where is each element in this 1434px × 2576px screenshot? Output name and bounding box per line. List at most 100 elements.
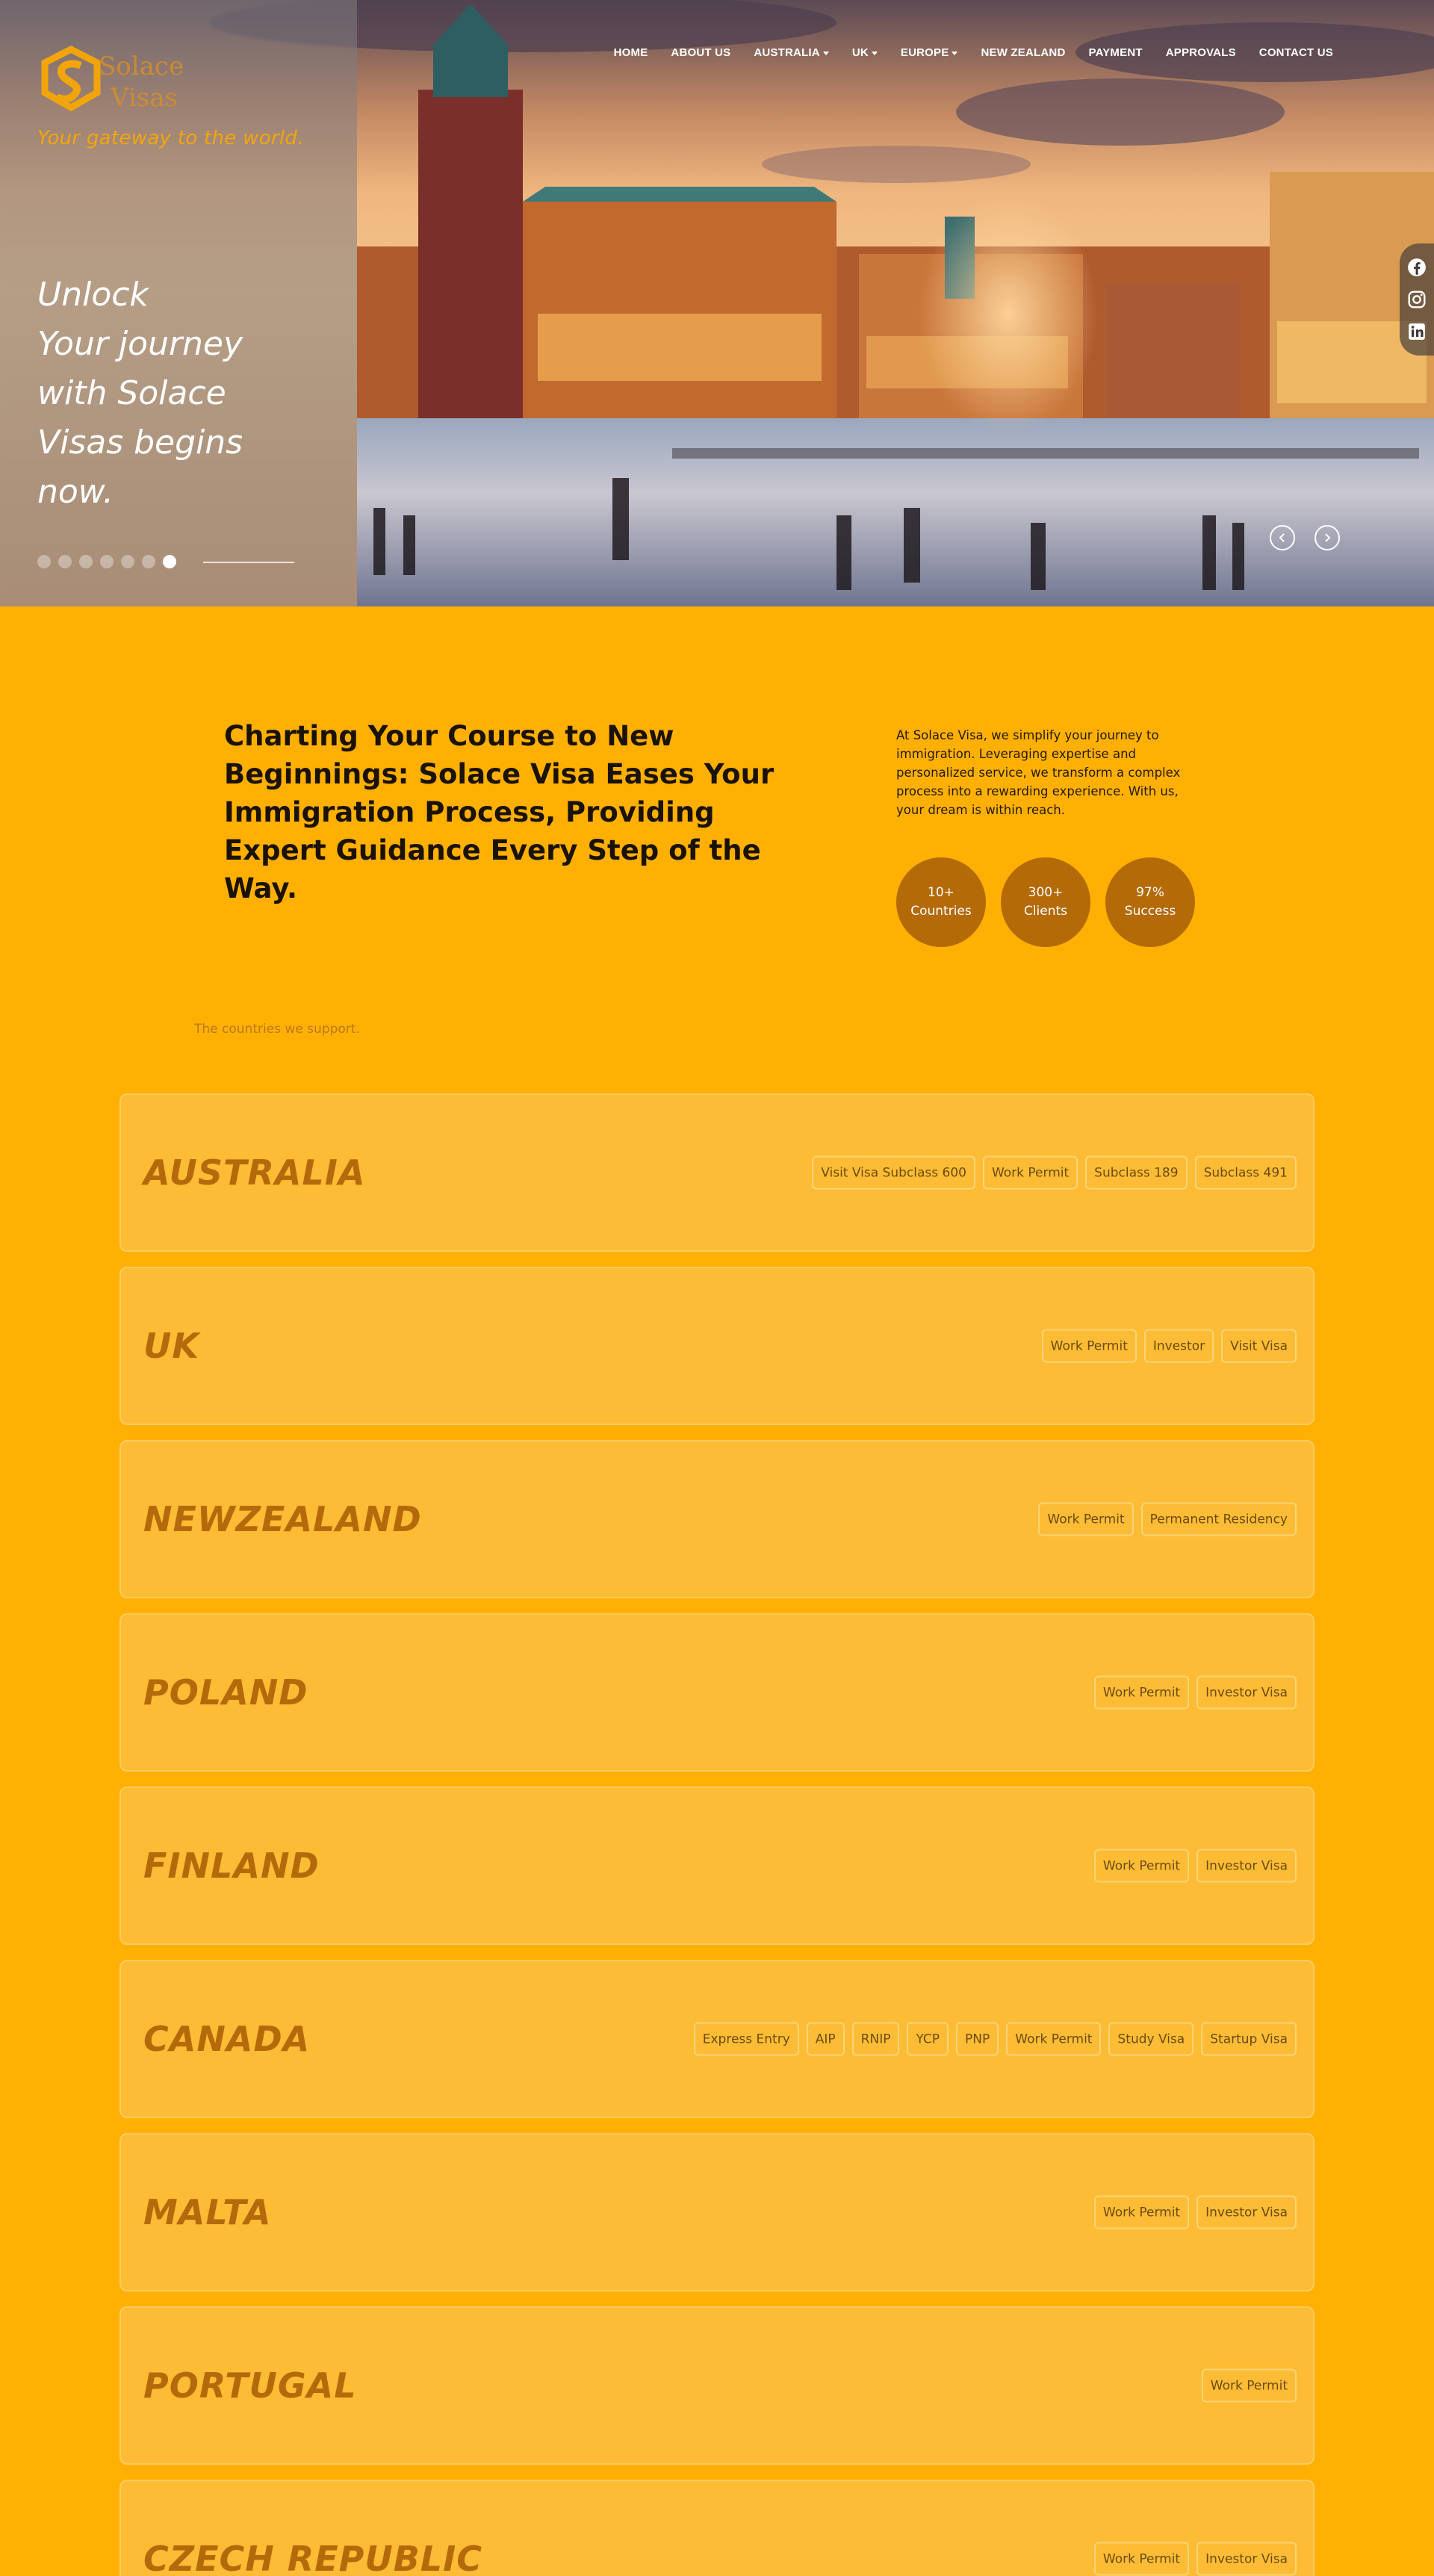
caret-down-icon <box>871 51 878 55</box>
slider-next-button[interactable] <box>1314 525 1340 550</box>
caret-down-icon <box>952 51 958 55</box>
nav-europe[interactable]: EUROPE <box>901 46 958 59</box>
nav-label: HOME <box>613 46 648 59</box>
visa-tags: Express Entry AIP RNIP YCP PNP Work Perm… <box>693 2022 1297 2056</box>
hero-heading-line: Unlock <box>37 276 149 314</box>
country-card-finland[interactable]: FINLAND Work Permit Investor Visa <box>120 1787 1314 1945</box>
visa-tag[interactable]: AIP <box>806 2022 845 2056</box>
slider-dot[interactable] <box>121 555 134 568</box>
visa-tag[interactable]: Work Permit <box>1041 1329 1137 1363</box>
hero-slider: Solace Visas Your gateway to the world. … <box>0 0 1434 606</box>
countries-section-label: The countries we support. <box>194 1022 360 1037</box>
visa-tag[interactable]: Visit Visa <box>1221 1329 1297 1363</box>
visa-tag[interactable]: Visit Visa Subclass 600 <box>812 1155 975 1190</box>
country-card-newzealand[interactable]: NEWZEALAND Work Permit Permanent Residen… <box>120 1440 1314 1598</box>
visa-tag[interactable]: Work Permit <box>1093 2195 1190 2229</box>
stat-circle-success: 97% Success <box>1105 857 1195 947</box>
linkedin-icon[interactable] <box>1407 322 1427 341</box>
nav-label: PAYMENT <box>1088 46 1143 59</box>
nav-label: UK <box>851 46 869 59</box>
slider-dot-active[interactable] <box>163 555 176 568</box>
visa-tag[interactable]: Startup Visa <box>1201 2022 1297 2056</box>
nav-approvals[interactable]: APPROVALS <box>1166 46 1236 59</box>
hero-heading-line: with Solace <box>37 374 226 412</box>
nav-uk[interactable]: UK <box>852 46 878 59</box>
visa-tag[interactable]: Work Permit <box>1006 2022 1102 2056</box>
visa-tag[interactable]: Work Permit <box>1093 2542 1190 2576</box>
nav-australia[interactable]: AUSTRALIA <box>754 46 829 59</box>
visa-tag[interactable]: Investor <box>1143 1329 1214 1363</box>
country-name: MALTA <box>143 2192 272 2232</box>
visa-tag[interactable]: Work Permit <box>1201 2368 1297 2403</box>
visa-tags: Work Permit Investor Visa <box>1093 1849 1297 1883</box>
facebook-icon[interactable] <box>1407 258 1427 277</box>
stat-value: 300+ <box>1028 885 1064 900</box>
visa-tag[interactable]: Work Permit <box>1093 1849 1190 1883</box>
visa-tag[interactable]: Work Permit <box>1038 1502 1134 1536</box>
nav-label: AUSTRALIA <box>754 46 820 59</box>
chevron-right-icon <box>1325 533 1331 542</box>
visa-tags: Work Permit Investor Visa <box>1093 2542 1297 2576</box>
visa-tag[interactable]: Investor Visa <box>1196 2542 1297 2576</box>
visa-tag[interactable]: Study Visa <box>1108 2022 1194 2056</box>
slider-dot[interactable] <box>79 555 93 568</box>
country-card-czech-republic[interactable]: CZECH REPUBLIC Work Permit Investor Visa <box>120 2480 1314 2576</box>
nav-label: NEW ZEALAND <box>981 46 1066 59</box>
visa-tags: Visit Visa Subclass 600 Work Permit Subc… <box>812 1155 1297 1190</box>
nav-payment[interactable]: PAYMENT <box>1088 46 1142 59</box>
visa-tag[interactable]: Work Permit <box>1093 1675 1190 1710</box>
visa-tag[interactable]: Investor Visa <box>1196 1849 1297 1883</box>
slider-dot[interactable] <box>58 555 72 568</box>
country-card-portugal[interactable]: PORTUGAL Work Permit <box>120 2306 1314 2465</box>
slider-dot[interactable] <box>37 555 51 568</box>
nav-new-zealand[interactable]: NEW ZEALAND <box>981 46 1065 59</box>
country-name: CZECH REPUBLIC <box>143 2539 482 2576</box>
nav-label: EUROPE <box>900 46 949 59</box>
country-name: CANADA <box>143 2019 311 2059</box>
slider-progress-line <box>203 562 294 563</box>
stat-label: Clients <box>1023 904 1068 919</box>
slider-dot[interactable] <box>142 555 155 568</box>
nav-about-us[interactable]: ABOUT US <box>671 46 730 59</box>
country-card-canada[interactable]: CANADA Express Entry AIP RNIP YCP PNP Wo… <box>120 1960 1314 2118</box>
country-card-australia[interactable]: AUSTRALIA Visit Visa Subclass 600 Work P… <box>120 1093 1314 1252</box>
slider-prev-button[interactable] <box>1270 525 1295 550</box>
country-name: NEWZEALAND <box>143 1499 422 1539</box>
caret-down-icon <box>822 51 829 55</box>
logo-text-visas: Visas <box>110 83 178 113</box>
hero-heading-line: Visas begins <box>37 423 243 462</box>
social-links-bar <box>1400 243 1434 356</box>
visa-tag[interactable]: PNP <box>956 2022 999 2056</box>
instagram-icon[interactable] <box>1407 290 1427 309</box>
logo-text-solace: Solace <box>99 52 184 81</box>
country-name: POLAND <box>143 1672 308 1713</box>
visa-tag[interactable]: Permanent Residency <box>1140 1502 1297 1536</box>
solace-visas-logo[interactable]: Solace Visas <box>37 43 194 118</box>
nav-contact-us[interactable]: CONTACT US <box>1259 46 1333 59</box>
visa-tags: Work Permit Permanent Residency <box>1038 1502 1297 1536</box>
stat-label: Countries <box>910 904 972 919</box>
stat-label: Success <box>1124 904 1176 919</box>
country-card-uk[interactable]: UK Work Permit Investor Visit Visa <box>120 1267 1314 1425</box>
visa-tag[interactable]: Investor Visa <box>1196 2195 1297 2229</box>
country-card-malta[interactable]: MALTA Work Permit Investor Visa <box>120 2133 1314 2291</box>
nav-label: APPROVALS <box>1165 46 1236 59</box>
country-name: AUSTRALIA <box>143 1152 366 1193</box>
visa-tags: Work Permit <box>1201 2368 1297 2403</box>
visa-tag[interactable]: Express Entry <box>693 2022 799 2056</box>
stat-value: 10+ <box>928 885 955 900</box>
visa-tag[interactable]: Investor Visa <box>1196 1675 1297 1710</box>
visa-tag[interactable]: RNIP <box>851 2022 900 2056</box>
intro-heading: Charting Your Course to New Beginnings: … <box>224 720 775 904</box>
stats-row: 10+ Countries 300+ Clients 97% Success <box>896 857 1195 947</box>
visa-tag[interactable]: Work Permit <box>982 1155 1078 1190</box>
slider-pagination <box>37 555 176 568</box>
visa-tag[interactable]: Subclass 189 <box>1085 1155 1188 1190</box>
slider-dot[interactable] <box>100 555 114 568</box>
nav-home[interactable]: HOME <box>614 46 648 59</box>
stat-value: 97% <box>1136 885 1164 900</box>
visa-tag[interactable]: YCP <box>907 2022 949 2056</box>
country-card-poland[interactable]: POLAND Work Permit Investor Visa <box>120 1613 1314 1772</box>
visa-tags: Work Permit Investor Visa <box>1093 1675 1297 1710</box>
visa-tag[interactable]: Subclass 491 <box>1194 1155 1297 1190</box>
